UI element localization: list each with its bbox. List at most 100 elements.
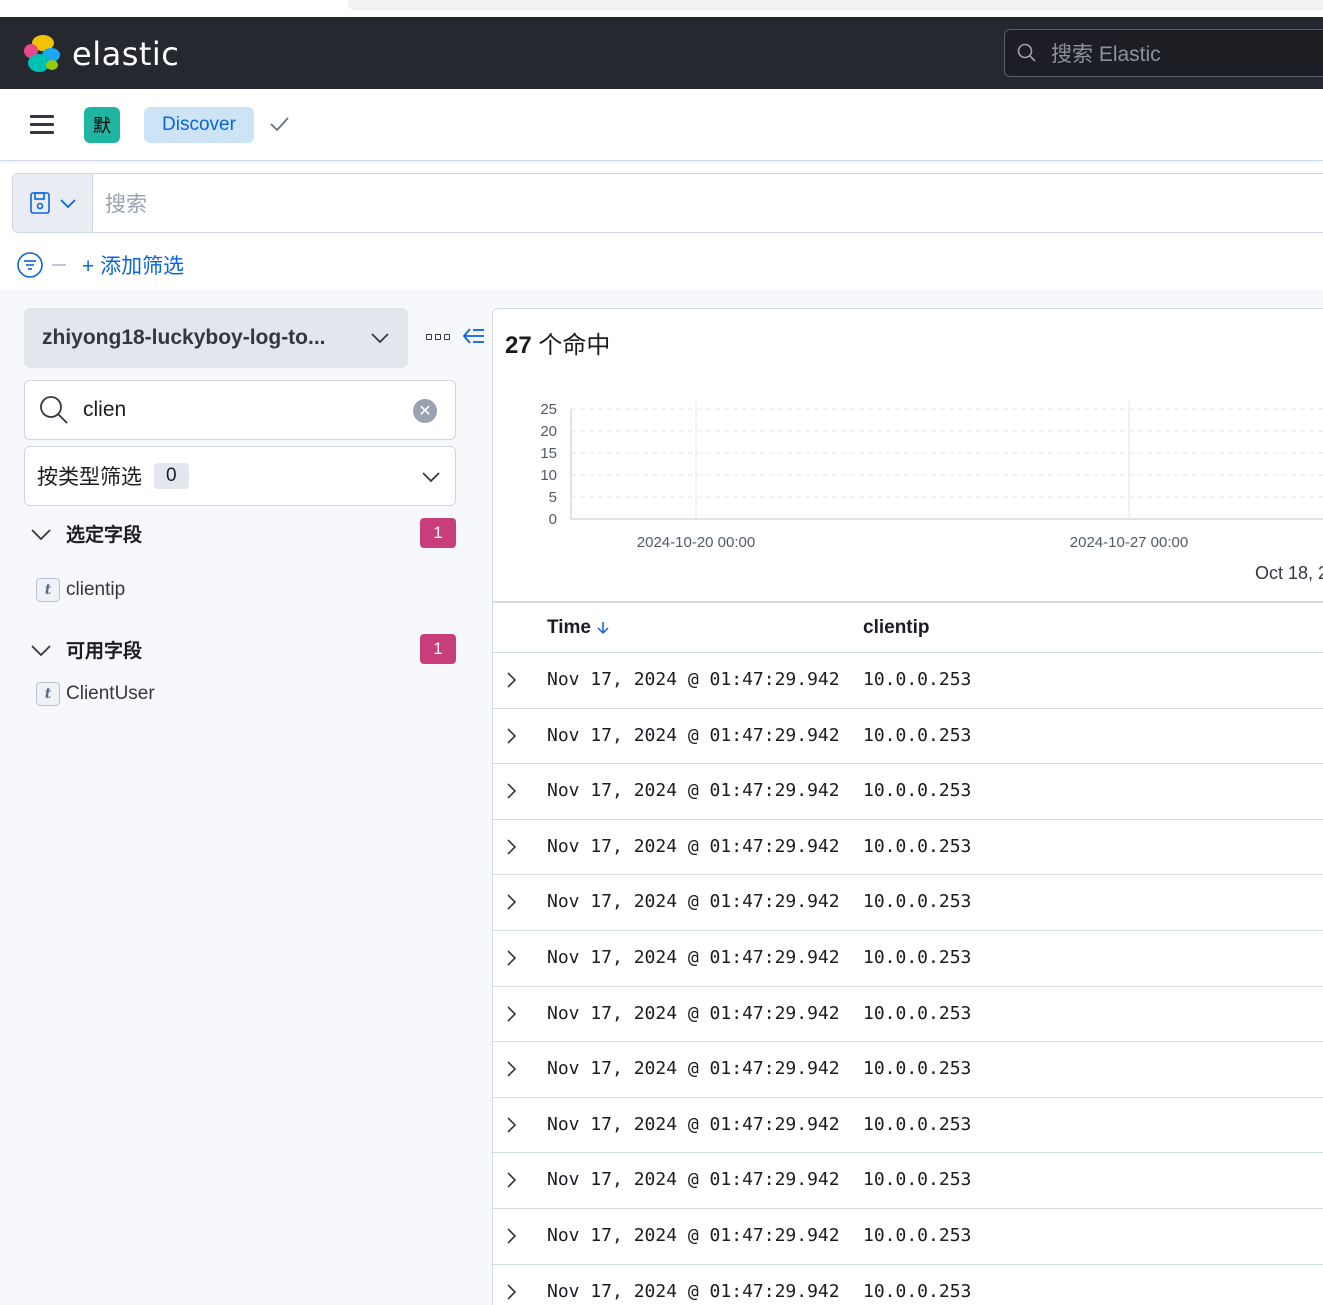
table-row[interactable]: Nov 17, 2024 @ 01:47:29.942 10.0.0.253: [493, 931, 1323, 987]
table-body: Nov 17, 2024 @ 01:47:29.942 10.0.0.253 Nov…: [493, 653, 1323, 1305]
breadcrumb-discover[interactable]: Discover: [144, 107, 254, 143]
table-row[interactable]: Nov 17, 2024 @ 01:47:29.942 10.0.0.253: [493, 820, 1323, 876]
histogram-chart: 25 20 15 10 5 0 2024-10-20 00:00 2024-10-27 00:…: [540, 401, 1323, 549]
chevron-right-icon[interactable]: [505, 1116, 517, 1134]
selected-fields-toggle[interactable]: 选定字段: [30, 520, 142, 547]
chevron-right-icon[interactable]: [505, 782, 517, 800]
brand-name: elastic: [72, 35, 180, 73]
table-row[interactable]: Nov 17, 2024 @ 01:47:29.942 10.0.0.253: [493, 1042, 1323, 1098]
table-row[interactable]: Nov 17, 2024 @ 01:47:29.942 10.0.0.253: [493, 709, 1323, 765]
global-search-input[interactable]: 搜索 Elastic: [1004, 29, 1323, 77]
cell-time: Nov 17, 2024 @ 01:47:29.942: [547, 835, 840, 857]
cell-time: Nov 17, 2024 @ 01:47:29.942: [547, 1224, 840, 1246]
global-search-placeholder: 搜索 Elastic: [1051, 43, 1161, 66]
chevron-right-icon[interactable]: [505, 727, 517, 745]
chevron-right-icon[interactable]: [505, 1171, 517, 1189]
type-filter-label: 按类型筛选: [37, 466, 142, 489]
y-tick-label: 20: [540, 423, 557, 440]
chevron-down-icon: [31, 528, 51, 540]
table-row[interactable]: Nov 17, 2024 @ 01:47:29.942 10.0.0.253: [493, 1209, 1323, 1265]
column-header-time[interactable]: Time: [547, 617, 610, 639]
table-row[interactable]: Nov 17, 2024 @ 01:47:29.942 10.0.0.253: [493, 1153, 1323, 1209]
selected-fields-count: 1: [420, 518, 456, 548]
table-row[interactable]: Nov 17, 2024 @ 01:47:29.942 10.0.0.253: [493, 1265, 1323, 1305]
y-tick-label: 25: [540, 401, 557, 418]
filter-bar: + 添加筛选: [16, 250, 184, 280]
hit-count: 27 个命中: [505, 325, 610, 360]
chevron-right-icon[interactable]: [505, 838, 517, 856]
field-name: ClientUser: [66, 683, 155, 704]
cell-time: Nov 17, 2024 @ 01:47:29.942: [547, 1113, 840, 1135]
clear-icon[interactable]: ✕: [413, 399, 437, 423]
filter-by-type-dropdown[interactable]: 按类型筛选 0: [24, 446, 456, 506]
sort-descending-icon: [597, 622, 609, 635]
cell-time: Nov 17, 2024 @ 01:47:29.942: [547, 946, 840, 968]
saved-query-button[interactable]: [13, 174, 93, 232]
collapse-sidebar-icon[interactable]: [462, 326, 486, 346]
y-tick-label: 10: [540, 467, 557, 484]
column-header-time-label: Time: [547, 617, 592, 638]
cell-clientip: 10.0.0.253: [863, 1002, 972, 1024]
cell-clientip: 10.0.0.253: [863, 1280, 972, 1302]
cell-time: Nov 17, 2024 @ 01:47:29.942: [547, 1169, 840, 1191]
chevron-down-icon: [59, 199, 76, 209]
cell-time: Nov 17, 2024 @ 01:47:29.942: [547, 669, 840, 690]
table-row[interactable]: Nov 17, 2024 @ 01:47:29.942 10.0.0.253: [493, 653, 1323, 709]
table-row[interactable]: Nov 17, 2024 @ 01:47:29.942 10.0.0.253: [493, 764, 1323, 820]
chevron-right-icon[interactable]: [505, 1060, 517, 1078]
chevron-right-icon[interactable]: [505, 893, 517, 911]
table-header: Time clientip: [493, 603, 1323, 653]
elastic-logo[interactable]: elastic: [24, 35, 179, 73]
add-filter-button[interactable]: + 添加筛选: [82, 250, 184, 280]
available-fields-count: 1: [420, 634, 456, 664]
top-header: elastic 搜索 Elastic: [0, 17, 1323, 89]
filter-icon[interactable]: [16, 251, 44, 279]
cell-clientip: 10.0.0.253: [863, 891, 972, 913]
browser-strip: [0, 0, 1323, 17]
chevron-down-icon: [371, 333, 389, 344]
chevron-right-icon[interactable]: [505, 1005, 517, 1023]
index-options-icon[interactable]: [426, 334, 450, 340]
string-type-icon: t: [36, 578, 60, 602]
field-item-clientuser[interactable]: t ClientUser: [36, 682, 155, 706]
filter-divider: [52, 264, 66, 266]
column-header-clientip[interactable]: clientip: [863, 617, 930, 639]
search-icon: [1017, 43, 1036, 62]
selected-fields-label: 选定字段: [66, 525, 143, 546]
y-tick-label: 0: [549, 511, 557, 528]
documents-table: Time clientip Nov 17, 2024 @ 01:47:29.94…: [493, 601, 1323, 1305]
x-tick-label: 2024-10-20 00:00: [637, 534, 755, 549]
elastic-logo-icon: [24, 35, 62, 73]
chevron-down-icon: [422, 472, 440, 483]
index-pattern-picker[interactable]: zhiyong18-luckyboy-log-to...: [24, 308, 408, 368]
table-row[interactable]: Nov 17, 2024 @ 01:47:29.942 10.0.0.253: [493, 875, 1323, 931]
chevron-right-icon[interactable]: [505, 1283, 517, 1301]
field-search-value: clien: [83, 398, 127, 421]
table-row[interactable]: Nov 17, 2024 @ 01:47:29.942 10.0.0.253: [493, 987, 1323, 1043]
results-area: 27 个命中 25 20 15 10 5 0 2024-10-20 00:00 2024-10…: [492, 290, 1323, 1305]
cell-time: Nov 17, 2024 @ 01:47:29.942: [547, 1002, 840, 1024]
field-search-input[interactable]: clien ✕: [24, 380, 456, 440]
table-row[interactable]: Nov 17, 2024 @ 01:47:29.942 10.0.0.253: [493, 1098, 1323, 1154]
space-avatar[interactable]: 默: [84, 107, 120, 143]
field-item-clientip[interactable]: t clientip: [36, 578, 125, 602]
results-panel: 27 个命中 25 20 15 10 5 0 2024-10-20 00:00 2024-10…: [492, 308, 1323, 1305]
y-tick-label: 5: [549, 489, 557, 506]
query-input[interactable]: 搜索: [93, 174, 1323, 232]
cell-clientip: 10.0.0.253: [863, 1224, 972, 1246]
chevron-right-icon[interactable]: [505, 671, 517, 689]
available-fields-toggle[interactable]: 可用字段: [30, 636, 142, 663]
cell-clientip: 10.0.0.253: [863, 1113, 972, 1135]
query-bar: 搜索: [12, 173, 1323, 233]
chevron-right-icon[interactable]: [505, 949, 517, 967]
cell-clientip: 10.0.0.253: [863, 946, 972, 968]
available-fields-label: 可用字段: [66, 641, 143, 662]
field-name: clientip: [66, 579, 126, 600]
cell-time: Nov 17, 2024 @ 01:47:29.942: [547, 724, 840, 746]
cell-clientip: 10.0.0.253: [863, 1058, 972, 1080]
menu-icon[interactable]: [30, 115, 54, 135]
chevron-down-icon: [31, 644, 51, 656]
type-filter-count: 0: [154, 463, 189, 489]
cell-clientip: 10.0.0.253: [863, 724, 972, 746]
chevron-right-icon[interactable]: [505, 1227, 517, 1245]
